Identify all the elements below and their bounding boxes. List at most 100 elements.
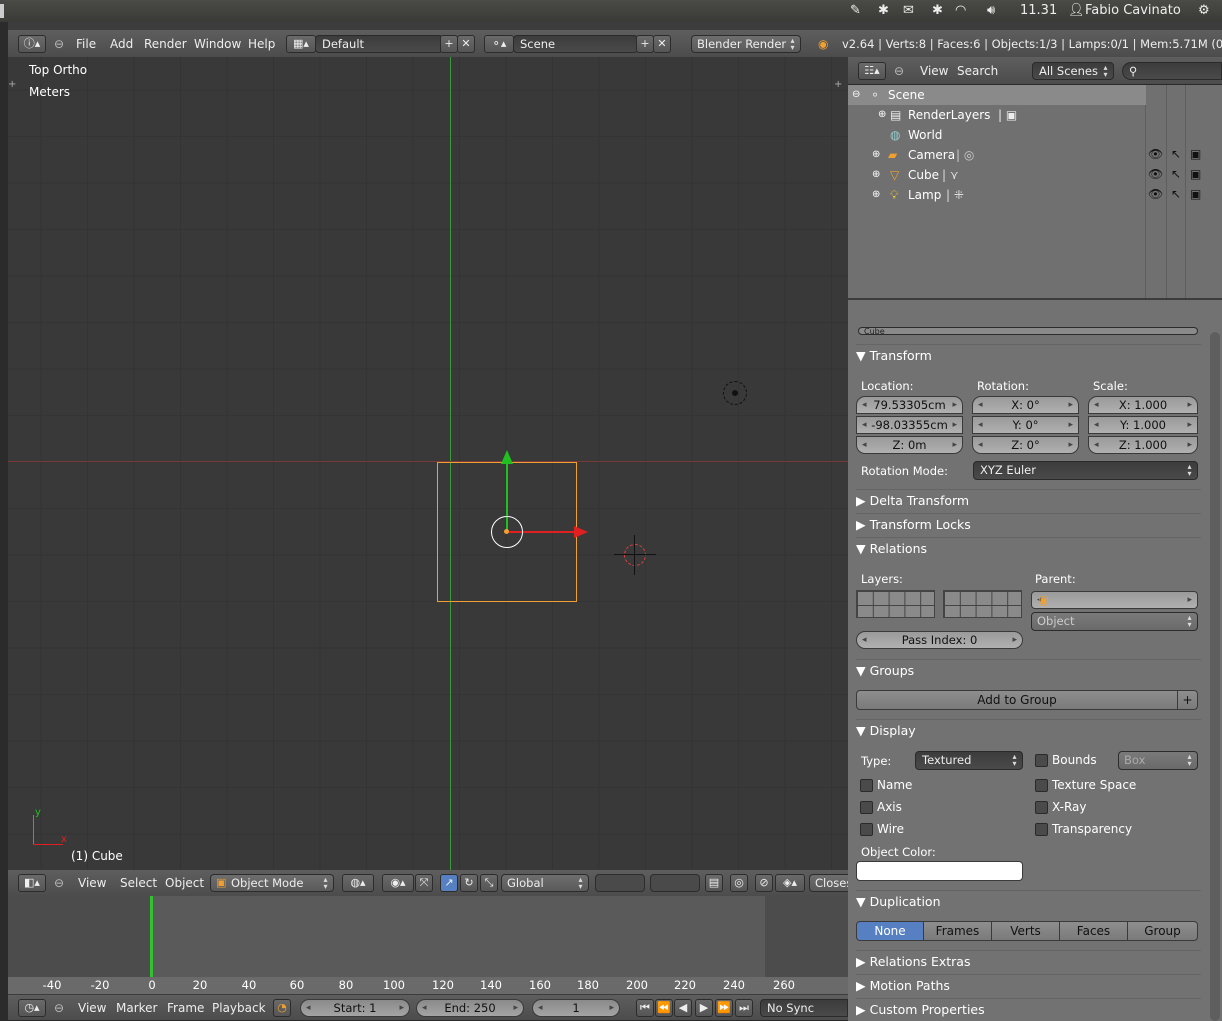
motion-paths-panel-header[interactable]: ▶ Motion Paths — [856, 974, 1201, 996]
snap-element-icon[interactable]: ◈▴ — [775, 874, 805, 892]
add-group-plus-icon[interactable]: + — [1177, 690, 1198, 710]
outliner-item-world[interactable]: ◍ World — [848, 125, 1146, 145]
select-cursor-icon[interactable]: ↖ — [1171, 187, 1181, 201]
delta-transform-panel-header[interactable]: ▶ Delta Transform — [856, 489, 1201, 511]
timeline[interactable]: -40 -20 0 20 40 60 80 100 120 140 160 18… — [8, 896, 848, 994]
y-manipulator-arrow-icon[interactable] — [501, 450, 513, 464]
duplication-frames-button[interactable]: Frames — [923, 921, 992, 941]
snap-icon[interactable]: ⊘ — [755, 874, 773, 892]
play-icon[interactable]: ▶ — [695, 999, 713, 1017]
editor-type-outliner-icon[interactable]: ☷▴ — [858, 62, 886, 80]
object-color-swatch[interactable] — [856, 861, 1023, 881]
outliner-menu-search[interactable]: Search — [957, 57, 998, 85]
current-frame-marker[interactable] — [150, 896, 153, 978]
collapse-3d-icon[interactable]: ⊖ — [54, 870, 64, 897]
sync-select[interactable]: No Sync — [760, 999, 848, 1017]
x-manipulator-arrow-icon[interactable] — [574, 526, 588, 538]
manipulator-toggle-icon[interactable]: ⤧ — [415, 874, 433, 892]
transparency-checkbox[interactable] — [1035, 823, 1048, 836]
duplication-group-button[interactable]: Group — [1127, 921, 1198, 941]
menu-help[interactable]: Help — [248, 30, 275, 58]
layers-grid-right[interactable] — [943, 590, 1022, 618]
remove-scene-icon[interactable]: ✕ — [653, 35, 671, 53]
render-camera-icon[interactable]: ▣ — [1190, 167, 1201, 181]
outliner-item-camera[interactable]: ⊕ ▰ Camera | ◎ — [848, 145, 1146, 165]
expand-icon[interactable]: ⊕ — [872, 145, 880, 165]
end-frame-field[interactable]: End: 250 — [416, 999, 524, 1017]
select-cursor-icon[interactable]: ↖ — [1171, 147, 1181, 161]
collapse-icon[interactable]: ⊖ — [54, 30, 64, 58]
visibility-eye-icon[interactable]: 👁︎ — [1148, 167, 1163, 181]
render-engine-select[interactable]: Blender Render — [691, 35, 801, 53]
wifi-icon[interactable]: ◠ — [955, 2, 966, 20]
jump-end-icon[interactable]: ⏭ — [735, 999, 753, 1017]
groups-panel-header[interactable]: ▼ Groups — [856, 659, 1201, 681]
shading-icon[interactable]: ◍▴ — [342, 874, 374, 892]
visibility-eye-icon[interactable]: 👁︎ — [1148, 187, 1163, 201]
render-camera-icon[interactable]: ▣ — [1190, 147, 1201, 161]
pivot-icon[interactable]: ◉▴ — [382, 874, 414, 892]
outliner-item-scene[interactable]: ⊖ ⚬ Scene — [848, 85, 1146, 105]
properties-scrollbar[interactable] — [1210, 332, 1220, 1021]
timeline-ruler[interactable] — [8, 977, 848, 994]
play-reverse-icon[interactable]: ◀ — [674, 999, 692, 1017]
bounds-type-select[interactable]: Box — [1118, 751, 1198, 770]
duplication-faces-button[interactable]: Faces — [1059, 921, 1128, 941]
rotation-mode-select[interactable]: XYZ Euler — [973, 461, 1198, 480]
jump-start-icon[interactable]: ⏮ — [636, 999, 654, 1017]
outliner-item-cube[interactable]: ⊕ ▽ Cube | ⋎ — [848, 165, 1146, 185]
layers-grid-a[interactable] — [595, 874, 645, 892]
prev-keyframe-icon[interactable]: ⏪ — [655, 999, 673, 1017]
rotation-x-field[interactable]: X: 0° — [972, 396, 1079, 414]
expand-icon[interactable]: ⊕ — [872, 185, 880, 205]
location-x-field[interactable]: 79.53305cm — [856, 396, 963, 414]
add-layout-icon[interactable]: + — [440, 35, 458, 53]
object-name-field[interactable]: Cube — [858, 327, 1198, 335]
menu-select[interactable]: Select — [120, 870, 157, 897]
scale-z-field[interactable]: Z: 1.000 — [1088, 436, 1198, 454]
duplication-verts-button[interactable]: Verts — [991, 921, 1060, 941]
add-scene-icon[interactable]: + — [636, 35, 654, 53]
transform-panel-header[interactable]: ▼ Transform — [856, 344, 1201, 366]
menu-view[interactable]: View — [78, 870, 106, 897]
timeline-menu-view[interactable]: View — [78, 995, 106, 1021]
location-z-field[interactable]: Z: 0m — [856, 436, 963, 454]
notes-icon[interactable]: ✎ — [850, 2, 861, 20]
tool-shelf-toggle-icon[interactable]: + — [8, 79, 16, 90]
timeline-menu-frame[interactable]: Frame — [167, 995, 204, 1021]
layer-lock-icon[interactable]: ▤ — [705, 874, 723, 892]
pass-index-field[interactable]: Pass Index: 0 — [856, 631, 1023, 649]
next-keyframe-icon[interactable]: ⏩ — [715, 999, 733, 1017]
scale-x-field[interactable]: X: 1.000 — [1088, 396, 1198, 414]
collapse-timeline-icon[interactable]: ⊖ — [54, 995, 64, 1021]
outliner[interactable]: ⊖ ⚬ Scene ⊕ ▤ RenderLayers | ▣ ◍ World ⊕… — [848, 85, 1222, 298]
scene-field[interactable]: Scene — [513, 35, 638, 53]
expand-icon[interactable]: ⊕ — [878, 105, 886, 125]
relations-extras-panel-header[interactable]: ▶ Relations Extras — [856, 950, 1201, 972]
translate-icon[interactable]: ↗ — [440, 874, 458, 892]
rotate-icon[interactable]: ↻ — [460, 874, 478, 892]
display-panel-header[interactable]: ▼ Display — [856, 719, 1201, 741]
visibility-eye-icon[interactable]: 👁︎ — [1148, 147, 1163, 161]
outliner-item-renderlayers[interactable]: ⊕ ▤ RenderLayers | ▣ — [848, 105, 1146, 125]
relations-panel-header[interactable]: ▼ Relations — [856, 537, 1201, 559]
rotation-z-field[interactable]: Z: 0° — [972, 436, 1079, 454]
preview-range-icon[interactable]: ◔ — [273, 999, 291, 1017]
custom-properties-panel-header[interactable]: ▶ Custom Properties — [856, 998, 1201, 1020]
timeline-menu-marker[interactable]: Marker — [116, 995, 157, 1021]
snap-target-select[interactable]: Closes — [809, 874, 849, 892]
layers-grid-b[interactable] — [650, 874, 700, 892]
select-cursor-icon[interactable]: ↖ — [1171, 167, 1181, 181]
menu-render[interactable]: Render — [144, 30, 187, 58]
outliner-menu-view[interactable]: View — [920, 57, 948, 85]
scene-icon[interactable]: ⚬▴ — [484, 35, 514, 53]
collapse-outliner-icon[interactable]: ⊖ — [894, 57, 904, 85]
xray-checkbox[interactable] — [1035, 801, 1048, 814]
user-name[interactable]: Fabio Cavinato — [1085, 2, 1181, 20]
outliner-item-lamp[interactable]: ⊕ 💡︎ Lamp | ⁜ — [848, 185, 1146, 205]
display-type-select[interactable]: Textured — [915, 751, 1023, 770]
outliner-filter-select[interactable]: All Scenes — [1032, 62, 1114, 80]
expand-icon[interactable]: ⊕ — [872, 165, 880, 185]
rotation-y-field[interactable]: Y: 0° — [972, 416, 1079, 434]
scale-y-field[interactable]: Y: 1.000 — [1088, 416, 1198, 434]
